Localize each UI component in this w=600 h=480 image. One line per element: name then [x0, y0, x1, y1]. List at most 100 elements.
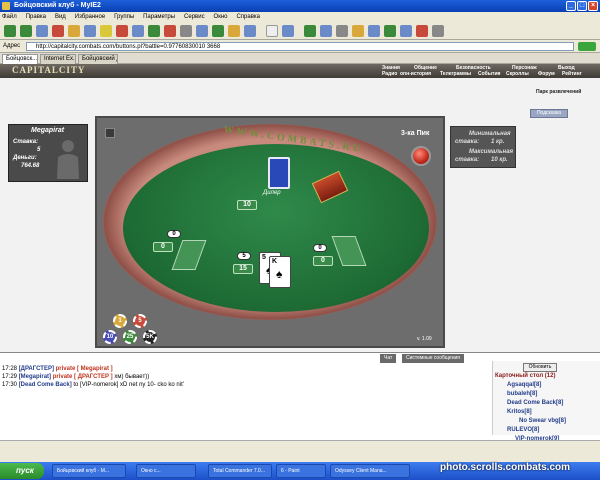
task-window[interactable]: Окно с... [136, 464, 196, 478]
center-score: 15 [233, 264, 253, 274]
maximize-button[interactable]: □ [577, 1, 587, 11]
menu-groups[interactable]: Группы [114, 14, 134, 20]
player-list-item[interactable]: Kritos[8] [507, 409, 532, 415]
tab-chat[interactable]: Чат [380, 354, 397, 363]
chip-1[interactable]: 1 [113, 314, 127, 328]
popup-icon[interactable] [400, 25, 412, 37]
settings-icon[interactable] [132, 25, 144, 37]
app-icon [2, 2, 10, 10]
table-menu-button[interactable] [105, 128, 115, 138]
left-score: 0 [153, 242, 173, 252]
tab-combats-2[interactable]: Бойцовский д... [78, 54, 118, 64]
menu-help[interactable]: Справка [236, 14, 260, 20]
back-icon[interactable] [4, 25, 16, 37]
nav-telegrams[interactable]: Телеграммы [440, 71, 471, 77]
address-input[interactable]: http://capitalcity.combats.com/buttons.p… [26, 42, 574, 51]
menu-view[interactable]: Вид [55, 14, 66, 20]
menu-tools[interactable]: Сервис [184, 14, 205, 20]
max-stake-sublabel: ставка: [455, 157, 480, 163]
print-icon[interactable] [304, 25, 316, 37]
close-button[interactable]: × [588, 1, 598, 11]
task-odyssey[interactable]: Odyssey Client Mana... [330, 464, 410, 478]
stake-label: Ставка: [13, 139, 39, 145]
address-label: Адрес [3, 43, 21, 49]
mail-icon[interactable] [320, 25, 332, 37]
block-icon[interactable] [116, 25, 128, 37]
card-table: WWW.COMBATS.RU 3-ка Пик Дилер 10 0 0 5 1… [95, 116, 445, 348]
menu-edit[interactable]: Правка [26, 14, 46, 20]
deal-button[interactable] [411, 146, 431, 166]
more-icon[interactable] [432, 25, 444, 37]
chip-5k[interactable]: 5K [143, 330, 157, 344]
max-stake-value: 10 кр. [491, 157, 508, 163]
go-icon[interactable] [578, 42, 596, 51]
favorites-icon[interactable] [100, 25, 112, 37]
left-bet: 0 [167, 230, 181, 238]
tab-system-messages[interactable]: Системные сообщения [402, 354, 464, 363]
player-list-item[interactable]: Agsaqqal[8] [507, 382, 541, 388]
forward-icon[interactable] [20, 25, 32, 37]
tab-ie[interactable]: Internet Ex... [40, 54, 76, 64]
clean-icon[interactable] [384, 25, 396, 37]
chat-line: 17:28 [ДРАГСТЕР] private [ Megapirat ] [2, 366, 113, 372]
nav-forum[interactable]: Форум [538, 71, 555, 77]
refresh-icon[interactable] [36, 25, 48, 37]
tab-combats[interactable]: Бойцовск... [2, 54, 38, 64]
link-icon[interactable] [244, 25, 256, 37]
task-combats[interactable]: Бойцовский клуб - М... [52, 464, 126, 478]
font-icon[interactable] [266, 25, 278, 37]
min-stake-label: Минимальная [469, 131, 511, 137]
player-list-item[interactable]: RULEVO[8] [507, 427, 539, 433]
stop-icon[interactable] [52, 25, 64, 37]
refresh-button[interactable]: Обновить [523, 363, 557, 372]
window-icon[interactable] [196, 25, 208, 37]
amusement-park-link[interactable]: Парк развлечений [536, 89, 581, 95]
nav-scrolls[interactable]: Скроллы [506, 71, 529, 77]
record-icon[interactable] [164, 25, 176, 37]
nav-radio[interactable]: Радио [382, 71, 397, 77]
nav-history[interactable]: опн-история [400, 71, 431, 77]
tools-icon[interactable] [180, 25, 192, 37]
player-list-item[interactable]: bubaleh[8] [507, 391, 537, 397]
zoom-icon[interactable] [282, 25, 294, 37]
home-icon[interactable] [68, 25, 80, 37]
proxy-icon[interactable] [368, 25, 380, 37]
history-icon[interactable] [352, 25, 364, 37]
bank-label: 3-ка Пик [401, 130, 430, 137]
window-title: Бойцовский клуб - MyIE2 [14, 2, 101, 9]
chip-10[interactable]: 10 [103, 330, 117, 344]
search-icon[interactable] [84, 25, 96, 37]
window-titlebar: Бойцовский клуб - MyIE2 _ □ × [0, 0, 600, 12]
version-label: v. 1.09 [417, 336, 432, 342]
chip-5[interactable]: 5 [133, 314, 147, 328]
menu-favorites[interactable]: Избранное [75, 14, 105, 20]
status-bar [0, 440, 600, 462]
minimize-button[interactable]: _ [566, 1, 576, 11]
close-all-icon[interactable] [416, 25, 428, 37]
player-list-item[interactable]: Dead Come Back[8] [507, 400, 563, 406]
site-logo: CAPITALCITY [12, 65, 86, 75]
menu-file[interactable]: Файл [2, 14, 17, 20]
nav-events[interactable]: События [478, 71, 500, 77]
music-icon[interactable] [228, 25, 240, 37]
save-icon[interactable] [148, 25, 160, 37]
nav-rating[interactable]: Рейтинг [562, 71, 582, 77]
task-paint[interactable]: 6 - Paint [276, 464, 326, 478]
edit-icon[interactable] [336, 25, 348, 37]
browser-tabs: Бойцовск... Internet Ex... Бойцовский д.… [0, 53, 600, 64]
chip-25[interactable]: 25 [123, 330, 137, 344]
dealer-card-back [268, 157, 290, 189]
hint-button[interactable]: Подсказка [530, 109, 568, 118]
player-silhouette-icon [57, 140, 79, 179]
chat-area: Чат Системные сообщения 17:28 [ДРАГСТЕР]… [0, 352, 600, 442]
task-total-commander[interactable]: Total Commander 7.0... [208, 464, 272, 478]
player-list-item[interactable]: No Swear vbg[8] [519, 418, 566, 424]
menu-options[interactable]: Параметры [143, 14, 175, 20]
dealer-label: Дилер [263, 190, 281, 196]
menubar: Файл Правка Вид Избранное Группы Парамет… [0, 12, 600, 22]
menu-window[interactable]: Окно [214, 14, 228, 20]
table-rail [103, 124, 437, 320]
start-button[interactable]: пуск [0, 463, 44, 479]
money-value: 764.68 [21, 163, 40, 169]
image-icon[interactable] [212, 25, 224, 37]
